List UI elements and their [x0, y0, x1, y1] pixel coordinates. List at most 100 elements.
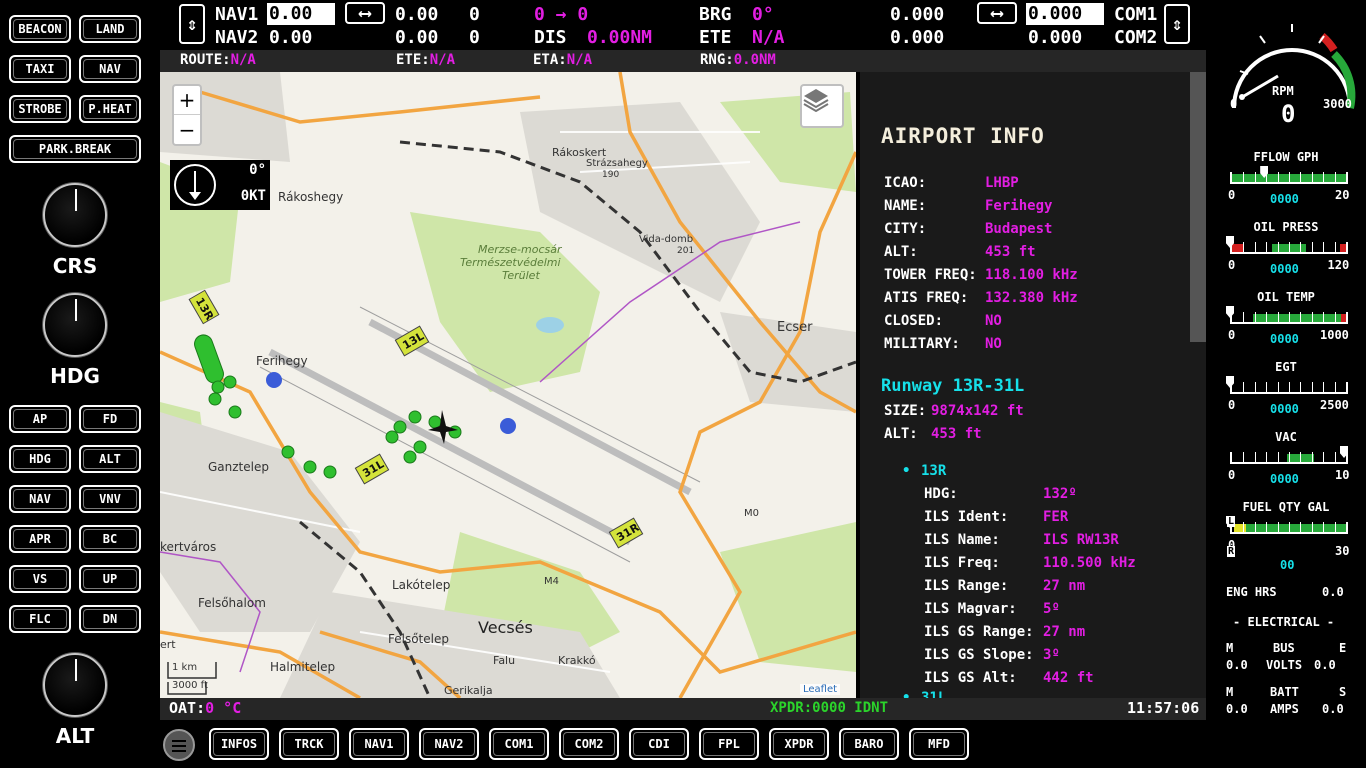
gauge-value: 0000: [1270, 262, 1299, 276]
tab-com1[interactable]: COM1: [489, 728, 549, 760]
nav1-active-input[interactable]: 0.00: [267, 3, 335, 25]
dn-button[interactable]: DN: [79, 605, 141, 633]
nav-light-button[interactable]: NAV: [79, 55, 141, 83]
vs-label: VS: [32, 572, 48, 586]
tab-trck[interactable]: TRCK: [279, 728, 339, 760]
gauge-tick: [1243, 382, 1245, 392]
ap-button[interactable]: AP: [9, 405, 71, 433]
runway-title: Runway 13R-31L: [881, 376, 1025, 396]
vertical-swap-icon: ⇕: [1171, 13, 1183, 35]
tab-cdi[interactable]: CDI: [629, 728, 689, 760]
info-row: TOWER FREQ:: [884, 267, 977, 283]
gauge-tick: [1300, 382, 1302, 392]
info-label: ALT:: [884, 244, 918, 260]
elec-e: E: [1339, 641, 1347, 655]
parking-brake-button[interactable]: PARK.BREAK: [9, 135, 141, 163]
pitot-heat-button[interactable]: P.HEAT: [79, 95, 141, 123]
rpm-min: 0: [1230, 97, 1238, 111]
info-alt-value: 453 ft: [985, 244, 1036, 260]
tab-nav2[interactable]: NAV2: [419, 728, 479, 760]
nav-swap-vertical-button[interactable]: ⇕: [179, 4, 205, 44]
tab-nav1[interactable]: NAV1: [349, 728, 409, 760]
map-view[interactable]: 13R 13L 31L 31R Rákoskert Strázsahegy 19…: [160, 72, 856, 698]
gauge-tick: [1243, 452, 1245, 462]
gauge-tick: [1266, 382, 1268, 392]
gauge-tick: [1334, 382, 1336, 392]
tab-xpdr[interactable]: XPDR: [769, 728, 829, 760]
info-row: ATIS FREQ:: [884, 290, 968, 306]
tab-mfd[interactable]: MFD: [909, 728, 969, 760]
taxi-button[interactable]: TAXI: [9, 55, 71, 83]
end-hdg-value: 132º: [1043, 486, 1077, 502]
zoom-in-button[interactable]: +: [174, 86, 200, 115]
gauge-bar: [1230, 242, 1348, 254]
label-felsohalom: Felsőhalom: [198, 596, 266, 610]
map-attribution[interactable]: Leaflet: [800, 684, 841, 695]
gauge-min: 0: [1228, 328, 1236, 342]
vnv-button[interactable]: VNV: [79, 485, 141, 513]
gauge-tick: [1300, 312, 1302, 322]
tab-fpl[interactable]: FPL: [699, 728, 759, 760]
runway-end-bullet-2: •: [902, 690, 911, 698]
tab-label: XPDR: [784, 737, 814, 751]
layers-button[interactable]: [800, 84, 844, 128]
ap-nav-button[interactable]: NAV: [9, 485, 71, 513]
gauge-tick: [1277, 522, 1279, 532]
vs-button[interactable]: VS: [9, 565, 71, 593]
nav2-standby: 0.00: [395, 27, 439, 48]
gauge-tick: [1277, 312, 1279, 322]
gauge-tick: [1323, 522, 1325, 532]
label-strazsahegy-alt: 190: [602, 170, 620, 180]
airport-info-panel[interactable]: AIRPORT INFO ICAO: LHBP NAME: Ferihegy C…: [860, 72, 1206, 698]
gauge-tick: [1300, 242, 1302, 252]
alt-knob[interactable]: [43, 653, 107, 717]
route-rng: RNG:0.0NM: [700, 52, 776, 68]
oat-label: OAT:: [169, 699, 206, 717]
land-button[interactable]: LAND: [79, 15, 141, 43]
zoom-out-button[interactable]: −: [174, 115, 200, 144]
gauge-band: [1286, 174, 1346, 182]
apr-button[interactable]: APR: [9, 525, 71, 553]
tab-baro[interactable]: BARO: [839, 728, 899, 760]
crs-knob[interactable]: [43, 183, 107, 247]
com1-swap-button[interactable]: ⟷: [977, 2, 1017, 24]
com1-standby-input[interactable]: 0.000: [1026, 3, 1104, 25]
com-swap-vertical-button[interactable]: ⇕: [1164, 4, 1190, 44]
strobe-button[interactable]: STROBE: [9, 95, 71, 123]
gauge-tick: [1300, 172, 1302, 182]
label-lakotelep: Lakótelep: [392, 578, 451, 592]
gauge-value: 0000: [1270, 192, 1299, 206]
ap-alt-button[interactable]: ALT: [79, 445, 141, 473]
bc-button[interactable]: BC: [79, 525, 141, 553]
electrical-title: - ELECTRICAL -: [1233, 615, 1335, 629]
gauge-tick: [1289, 382, 1290, 392]
up-button[interactable]: UP: [79, 565, 141, 593]
gauge-tick: [1289, 312, 1290, 322]
layers-icon: [803, 89, 829, 112]
info-scrollbar[interactable]: [1190, 72, 1206, 342]
menu-button[interactable]: [163, 729, 195, 761]
crs-label: CRS: [52, 254, 98, 278]
end-gs-slope-value: 3º: [1043, 647, 1060, 663]
route-eta-label: ETA:: [533, 52, 567, 68]
gauge-bar: [1230, 452, 1348, 464]
end-ils-magvar-label: ILS Magvar:: [924, 601, 1017, 617]
label-merzse-2: Természetvédelmi: [460, 256, 561, 269]
nav1-swap-button[interactable]: ⟷: [345, 2, 385, 24]
flc-button[interactable]: FLC: [9, 605, 71, 633]
brg-label: BRG: [699, 4, 732, 25]
tab-infos[interactable]: INFOS: [209, 728, 269, 760]
hdg-knob[interactable]: [43, 293, 107, 357]
ap-hdg-button[interactable]: HDG: [9, 445, 71, 473]
tab-label: FPL: [718, 737, 740, 751]
tab-com2[interactable]: COM2: [559, 728, 619, 760]
gauge-tick: [1323, 312, 1325, 322]
label-gerikalja: Gerikalja: [444, 684, 493, 697]
gauge-tick: [1289, 172, 1290, 182]
gauge-tick: [1254, 312, 1256, 322]
beacon-button[interactable]: BEACON: [9, 15, 71, 43]
tab-label: CDI: [648, 737, 670, 751]
fd-button[interactable]: FD: [79, 405, 141, 433]
gauge-max: 30: [1335, 544, 1350, 558]
gauge-tick: [1243, 522, 1245, 532]
